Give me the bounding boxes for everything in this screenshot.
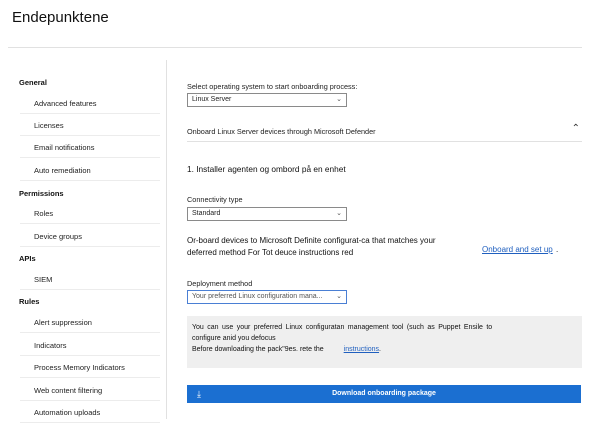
- onboard-setup-link[interactable]: Onboard and set up: [482, 245, 553, 254]
- sidebar-item-siem[interactable]: SIEM: [20, 270, 160, 290]
- deployment-label: Deployment method: [187, 279, 253, 288]
- nav-group-general: General: [19, 78, 47, 87]
- download-button-label: Download onboarding package: [332, 390, 436, 397]
- onboarding-panel: Select operating system to start onboard…: [187, 0, 582, 419]
- os-select[interactable]: Linux Server ⌄: [187, 93, 347, 107]
- nav-group-apis: APIs: [19, 254, 36, 263]
- deployment-select-value: Your preferred Linux configuration mana.…: [192, 293, 323, 300]
- sidebar-item-roles[interactable]: Roles: [20, 204, 160, 224]
- sidebar-item-licenses[interactable]: Licenses: [20, 116, 160, 136]
- sidebar-item-indicators[interactable]: Indicators: [20, 336, 160, 356]
- section-title: Onboard Linux Server devices through Mic…: [187, 127, 376, 136]
- info-box: You can use your preferred Linux configu…: [187, 316, 582, 368]
- nav-group-permissions: Permissions: [19, 189, 64, 198]
- sidebar-item-automation-uploads[interactable]: Automation uploads: [20, 403, 160, 423]
- sidebar-item-advanced-features[interactable]: Advanced features: [20, 94, 160, 114]
- info-line-2: configure anid you defocus: [192, 335, 276, 342]
- sidebar-item-email-notifications[interactable]: Email notifications: [20, 138, 160, 158]
- connectivity-label: Connectivity type: [187, 195, 243, 204]
- nav-group-rules: Rules: [19, 297, 40, 306]
- sidebar-item-web-content-filtering[interactable]: Web content filtering: [20, 381, 160, 401]
- settings-sidebar: General Advanced features Licenses Email…: [8, 60, 167, 423]
- info-line-3: Before downloading the pack"9es. rete th…: [192, 346, 324, 353]
- section-header[interactable]: Onboard Linux Server devices through Mic…: [187, 120, 582, 142]
- download-icon: ⤓: [197, 389, 201, 399]
- chevron-down-icon: ⌄: [336, 96, 342, 103]
- step-title: 1. Installer agenten og ombord på en enh…: [187, 164, 346, 174]
- chevron-up-icon[interactable]: ⌃: [572, 123, 580, 134]
- onboard-link-suffix: .: [556, 245, 559, 254]
- sidebar-item-device-groups[interactable]: Device groups: [20, 227, 160, 247]
- info-line-1: You can use your preferred Linux configu…: [192, 324, 493, 331]
- connectivity-select[interactable]: Standard ⌄: [187, 207, 347, 221]
- os-select-value: Linux Server: [192, 96, 232, 103]
- os-select-label: Select operating system to start onboard…: [187, 82, 358, 91]
- download-onboarding-package-button[interactable]: ⤓ Download onboarding package: [187, 385, 581, 403]
- sidebar-item-alert-suppression[interactable]: Alert suppression: [20, 313, 160, 333]
- chevron-down-icon: ⌄: [336, 293, 342, 300]
- chevron-down-icon: ⌄: [336, 210, 342, 217]
- sidebar-item-process-memory-indicators[interactable]: Process Memory Indicators: [20, 358, 160, 378]
- instructions-link[interactable]: instructions: [344, 346, 379, 353]
- onboard-description: Or-board devices to Microsoft Definite c…: [187, 236, 436, 257]
- sidebar-item-auto-remediation[interactable]: Auto remediation: [20, 161, 160, 181]
- connectivity-select-value: Standard: [192, 210, 221, 217]
- instructions-link-suffix: .: [379, 346, 381, 353]
- deployment-select[interactable]: Your preferred Linux configuration mana.…: [187, 290, 347, 304]
- page-title: Endepunktene: [12, 9, 109, 26]
- info-line-3-row: Before downloading the pack"9es. rete th…: [192, 344, 577, 355]
